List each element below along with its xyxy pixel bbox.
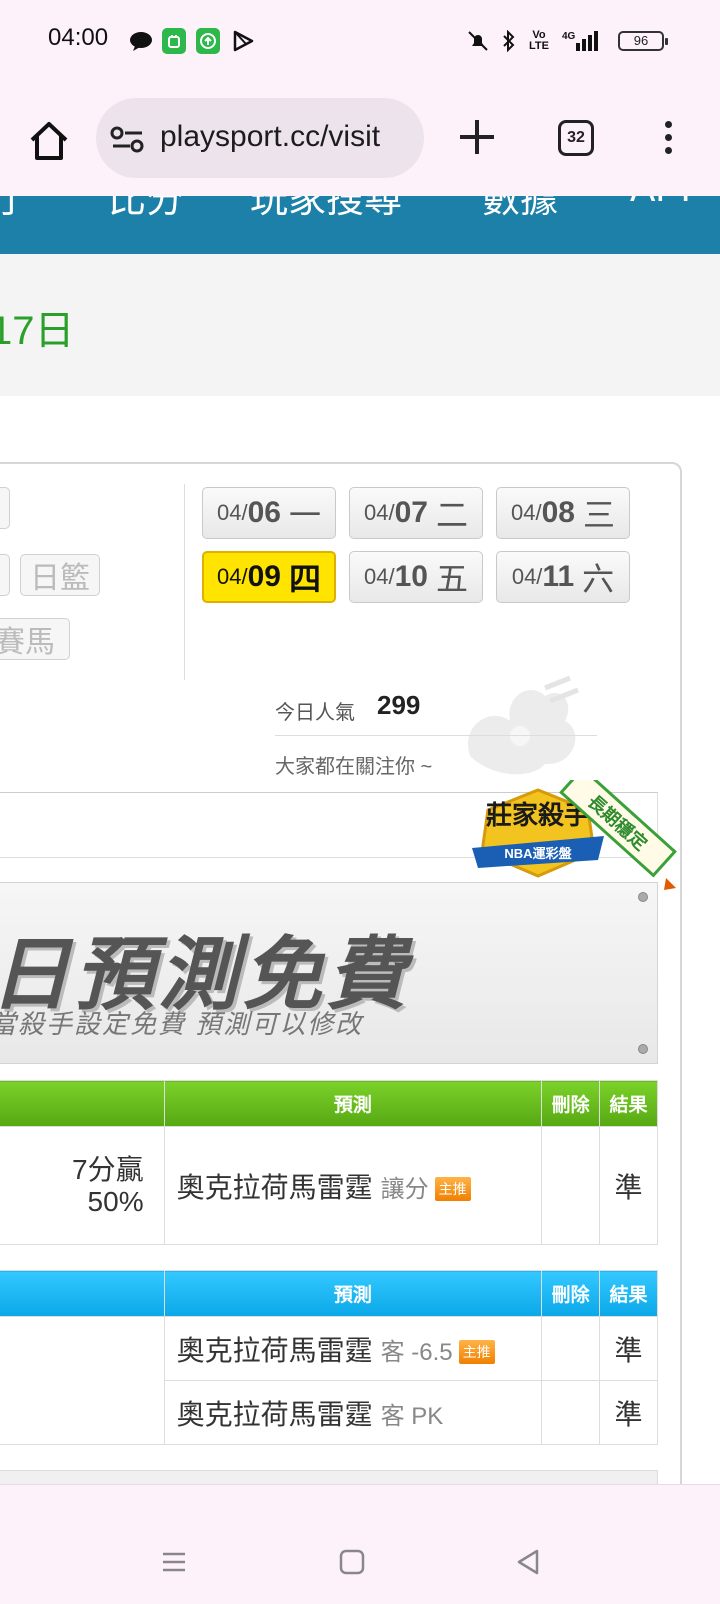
popularity-value: 299 [377, 690, 421, 720]
nav-item-data[interactable]: 數據 [482, 196, 558, 223]
team-name[interactable]: 奧克拉荷馬雷霆 [177, 1335, 373, 1366]
dealer-killer-badge: 莊家殺手 NBA運彩盤 長期穩定 [472, 780, 677, 890]
day-button-0406[interactable]: 04/06 一 [202, 487, 336, 539]
delete-cell [541, 1380, 601, 1445]
bluetooth-icon [500, 28, 518, 54]
prediction-table-blue: 預測 刪除 結果 奧克拉荷馬雷霆客 -6.5 主推 準 奧克拉荷馬雷霆客 PK 準 [0, 1270, 658, 1445]
play-store-icon [230, 28, 256, 54]
prediction-cell: 奧克拉荷馬雷霆客 PK [163, 1380, 543, 1445]
result-cell: 準 [599, 1126, 658, 1245]
mute-icon [466, 28, 490, 54]
svg-text:4G: 4G [562, 31, 576, 42]
site-settings-icon[interactable] [110, 124, 146, 154]
banner-screw [638, 1044, 648, 1054]
overflow-menu-icon[interactable] [662, 118, 674, 158]
table-row: 7分贏 50% 奧克拉荷馬雷霆 讓分 主推 準 [0, 1126, 658, 1245]
featured-tag: 主推 [458, 1340, 495, 1365]
column-header-blank [0, 1270, 165, 1317]
back-nav-icon[interactable] [514, 1548, 542, 1576]
sport-button-horse-racing[interactable]: 賽馬 [0, 618, 70, 660]
column-header-prediction: 預測 [163, 1080, 543, 1127]
column-header-delete: 刪除 [541, 1270, 601, 1317]
screen: 04:00 Vo LTE 4G 96 playsport.cc/visit 32 … [0, 0, 720, 1604]
volte-icon: Vo LTE [529, 29, 549, 52]
day-button-0409-selected[interactable]: 04/09 四 [202, 551, 336, 603]
badge-subtitle: NBA運彩盤 [504, 846, 572, 861]
column-header-result: 結果 [599, 1270, 658, 1317]
app-notification-icon [162, 28, 186, 54]
prediction-cell: 奧克拉荷馬雷霆客 -6.5 主推 [163, 1316, 543, 1381]
mascot-watermark-icon [468, 676, 579, 775]
day-button-0410[interactable]: 04/10 五 [349, 551, 483, 603]
result-cell: 準 [599, 1316, 658, 1381]
system-nav-bar [0, 1484, 720, 1604]
home-button[interactable] [26, 118, 72, 164]
popularity-label: 今日人氣 [275, 702, 355, 724]
column-header-prediction: 預測 [163, 1270, 543, 1317]
table-row: 奧克拉荷馬雷霆客 -6.5 主推 準 [0, 1316, 658, 1445]
home-nav-icon[interactable] [338, 1548, 366, 1576]
column-header-delete: 刪除 [541, 1080, 601, 1127]
nav-item-scores[interactable]: 比分 [108, 196, 184, 223]
day-button-0408[interactable]: 04/08 三 [496, 487, 630, 539]
blank-cell [0, 1316, 165, 1445]
nav-item-player-search[interactable]: 玩家搜尋 [250, 196, 402, 223]
status-time: 04:00 [48, 24, 109, 51]
update-notification-icon [196, 28, 220, 54]
delete-cell [541, 1126, 601, 1245]
featured-tag: 主推 [434, 1177, 471, 1202]
bet-line: 客 -6.5 [380, 1338, 453, 1366]
chat-notification-icon [128, 28, 154, 54]
delete-cell [541, 1316, 601, 1381]
sport-button-partial[interactable] [0, 554, 10, 596]
record-stat: 7分贏 50% [0, 1126, 165, 1245]
nav-item-0[interactable]: 亍 [0, 196, 30, 223]
team-name[interactable]: 奧克拉荷馬雷霆 [177, 1399, 373, 1430]
signal-4g-icon: 4G [562, 28, 598, 54]
tab-switcher-button[interactable]: 32 [558, 120, 594, 156]
panel-divider [184, 484, 185, 680]
column-header-blank [0, 1080, 165, 1127]
day-button-0411[interactable]: 04/11 六 [496, 551, 630, 603]
prediction-table-green: 預測 刪除 結果 7分贏 50% 奧克拉荷馬雷霆 讓分 主推 準 [0, 1080, 658, 1245]
result-cell: 準 [599, 1380, 658, 1445]
popularity-subtitle: 大家都在關注你 ~ [275, 756, 433, 778]
team-name[interactable]: 奧克拉荷馬雷霆 [177, 1172, 373, 1203]
date-header [0, 254, 720, 396]
prediction-cell: 奧克拉荷馬雷霆 讓分 主推 [163, 1126, 543, 1245]
plus-icon [460, 120, 494, 154]
nav-item-app[interactable]: APP [630, 196, 706, 211]
popularity-divider [275, 735, 597, 736]
sport-button-japan-basketball[interactable]: 日籃 [20, 554, 100, 596]
bet-type: 讓分 [380, 1175, 429, 1203]
new-tab-button[interactable] [456, 116, 498, 158]
bet-line: 客 PK [380, 1402, 444, 1430]
battery-indicator: 96 [618, 31, 668, 51]
column-header-result: 結果 [599, 1080, 658, 1127]
site-nav: 亍 比分 玩家搜尋 數據 APP [0, 196, 720, 254]
banner-subtitle: 當殺手設定免費 預測可以修改 [0, 1009, 364, 1039]
home-icon [30, 122, 68, 160]
sport-button-partial[interactable] [0, 487, 10, 529]
day-button-0407[interactable]: 04/07 二 [349, 487, 483, 539]
recents-menu-icon[interactable] [160, 1548, 188, 1576]
url-text[interactable]: playsport.cc/visit [160, 120, 408, 154]
date-title: 17日 [0, 309, 75, 353]
